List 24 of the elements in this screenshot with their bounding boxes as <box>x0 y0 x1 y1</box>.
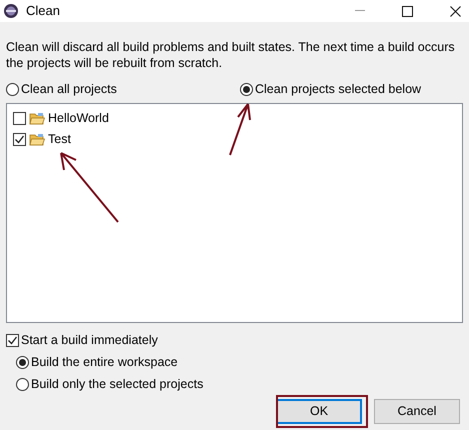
radio-label: Clean projects selected below <box>255 80 422 98</box>
minimize-icon[interactable] <box>355 10 365 12</box>
cancel-button[interactable]: Cancel <box>374 399 460 424</box>
radio-label: Build only the selected projects <box>31 376 204 393</box>
project-name[interactable]: Test <box>48 130 71 149</box>
checkbox-label: Start a build immediately <box>21 332 158 349</box>
ok-button[interactable]: OK <box>276 399 362 424</box>
maximize-icon[interactable] <box>402 6 413 16</box>
window-title: Clean <box>26 2 60 20</box>
folder-icon <box>29 112 45 126</box>
radio-button[interactable] <box>16 356 29 368</box>
checkbox[interactable] <box>13 133 26 146</box>
checkbox[interactable] <box>6 334 19 346</box>
close-icon[interactable] <box>450 6 461 16</box>
description-text: Clean will discard all build problems and built states. The next time a build occurs the projects will be rebuilt from scratch. <box>6 39 456 71</box>
checkbox[interactable] <box>13 112 26 125</box>
radio-button[interactable] <box>6 82 19 96</box>
radio-label: Build the entire workspace <box>31 354 178 371</box>
folder-icon <box>29 132 45 146</box>
app-icon <box>3 3 19 19</box>
radio-button[interactable] <box>240 82 253 96</box>
radio-button[interactable] <box>16 378 29 390</box>
project-name[interactable]: HelloWorld <box>48 109 109 128</box>
radio-label: Clean all projects <box>21 80 117 98</box>
